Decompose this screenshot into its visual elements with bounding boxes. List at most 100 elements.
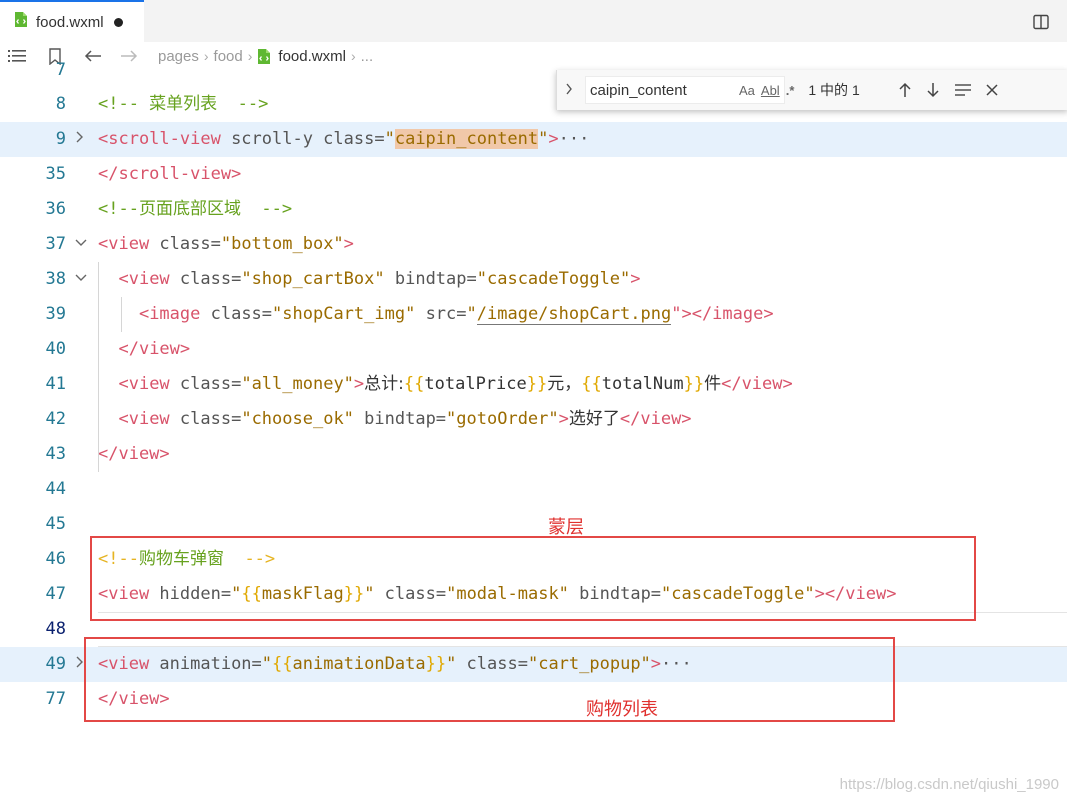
tab-bar: food.wxml (0, 0, 1067, 43)
line-number: 9 (55, 129, 66, 149)
tag: </view> (118, 339, 191, 359)
list-annotation-box (84, 637, 895, 722)
string: "choose_ok" (241, 409, 354, 429)
tag: "></image> (671, 304, 774, 324)
attribute: bindtap= (353, 409, 447, 429)
string: "shop_cartBox" (241, 269, 385, 289)
indent-guide (121, 297, 122, 332)
watermark: https://blog.csdn.net/qiushi_1990 (839, 776, 1059, 793)
comment: <!--页面底部区域 --> (98, 199, 293, 219)
line-number: 41 (45, 374, 66, 394)
code-line: 37 <view class="bottom_box"> (0, 227, 1067, 262)
code-line: 35 </scroll-view> (0, 157, 1067, 192)
match-count: 1 中的 1 (808, 82, 860, 98)
toggle-replace-chevron-icon[interactable] (557, 82, 581, 99)
tag: <scroll-view (98, 129, 221, 149)
tag: <view (118, 374, 170, 394)
attribute: class= (200, 304, 273, 324)
line-content[interactable]: </scroll-view> (98, 157, 241, 192)
whole-word-button[interactable]: Abl (761, 83, 780, 98)
attribute: bindtap= (384, 269, 477, 289)
line-content[interactable]: </view> (98, 332, 190, 367)
string: "gotoOrder" (446, 409, 559, 429)
quote: " (538, 129, 549, 149)
line-content[interactable]: <!--页面底部区域 --> (98, 192, 292, 227)
tab-title: food.wxml (36, 13, 104, 31)
attribute: class= (169, 269, 242, 289)
tag: </view> (619, 409, 692, 429)
attribute: scroll-y class= (220, 129, 385, 149)
mask-annotation-box (90, 536, 976, 621)
tag: > (548, 129, 559, 149)
close-find-icon[interactable] (986, 84, 998, 96)
split-editor-icon[interactable] (1033, 14, 1049, 35)
tag: <image (138, 304, 201, 324)
attribute: src= (415, 304, 467, 324)
code-line: 9 <scroll-view scroll-y class="caipin_co… (0, 122, 1067, 157)
string: "cascadeToggle" (476, 269, 631, 289)
line-number: 40 (45, 339, 66, 359)
match-case-button[interactable]: Aa (739, 83, 755, 98)
find-widget: caipin_content Aa Abl .* 1 中的 1 (556, 70, 1067, 110)
line-content[interactable]: <view class="choose_ok" bindtap="gotoOrd… (98, 402, 692, 437)
line-content[interactable]: <view class="shop_cartBox" bindtap="casc… (98, 262, 641, 297)
tag: > (630, 269, 641, 289)
attribute: class= (169, 409, 242, 429)
text: 总计: (364, 374, 404, 394)
line-number: 35 (45, 164, 66, 184)
tag: > (558, 409, 569, 429)
quote: " (466, 304, 477, 324)
string: "shopCart_img" (272, 304, 416, 324)
link-path[interactable]: /image/shopCart.png (476, 304, 672, 325)
line-content[interactable]: <view class="bottom_box"> (98, 227, 354, 262)
line-content[interactable]: <view class="all_money">总计:{{totalPrice}… (98, 367, 793, 402)
text: 件 (704, 374, 722, 394)
attribute: class= (169, 374, 242, 394)
wxml-file-icon (14, 11, 28, 33)
tag: > (343, 234, 354, 254)
line-number: 42 (45, 409, 66, 429)
string: "bottom_box" (220, 234, 344, 254)
find-in-selection-icon[interactable] (954, 83, 972, 97)
fold-expanded-icon[interactable] (75, 270, 87, 288)
folded-ellipsis[interactable]: ··· (559, 129, 590, 149)
line-number: 7 (55, 60, 66, 80)
line-number: 38 (45, 269, 66, 289)
tag: </scroll-view> (98, 164, 242, 184)
fold-expanded-icon[interactable] (75, 235, 87, 253)
code-line: 41 <view class="all_money">总计:{{totalPri… (0, 367, 1067, 402)
line-content[interactable]: <image class="shopCart_img" src="/image/… (98, 297, 774, 332)
line-content[interactable]: <scroll-view scroll-y class="caipin_cont… (98, 122, 589, 157)
tag: <view (98, 234, 150, 254)
attribute: class= (149, 234, 221, 254)
line-content[interactable]: </view> (98, 437, 170, 472)
tag: </view> (721, 374, 793, 394)
line-content[interactable]: <!-- 菜单列表 --> (98, 87, 268, 122)
unsaved-dot-icon[interactable] (113, 17, 123, 27)
regex-button[interactable]: .* (786, 83, 795, 98)
list-label: 购物列表 (586, 699, 658, 720)
tag: > (353, 374, 365, 394)
variable: totalPrice (424, 374, 527, 394)
line-number: 44 (45, 479, 66, 499)
previous-match-icon[interactable] (898, 82, 912, 98)
next-match-icon[interactable] (926, 82, 940, 98)
tag: <view (118, 409, 170, 429)
fold-collapsed-icon[interactable] (75, 130, 85, 148)
line-number: 46 (45, 549, 66, 569)
code-line: 44 (0, 472, 1067, 507)
find-input[interactable]: caipin_content (585, 76, 785, 104)
line-number: 45 (45, 514, 66, 534)
line-number: 39 (45, 304, 66, 324)
find-query: caipin_content (590, 81, 687, 99)
tab-food-wxml[interactable]: food.wxml (0, 0, 144, 42)
brace: {{ (403, 374, 425, 394)
comment: <!-- 菜单列表 --> (98, 94, 269, 114)
line-number: 47 (45, 584, 66, 604)
brace: }} (683, 374, 705, 394)
code-line: 40 </view> (0, 332, 1067, 367)
string: "all_money" (241, 374, 354, 394)
quote: " (384, 129, 395, 149)
indent-guide (98, 262, 99, 472)
text: 选好了 (568, 409, 620, 429)
